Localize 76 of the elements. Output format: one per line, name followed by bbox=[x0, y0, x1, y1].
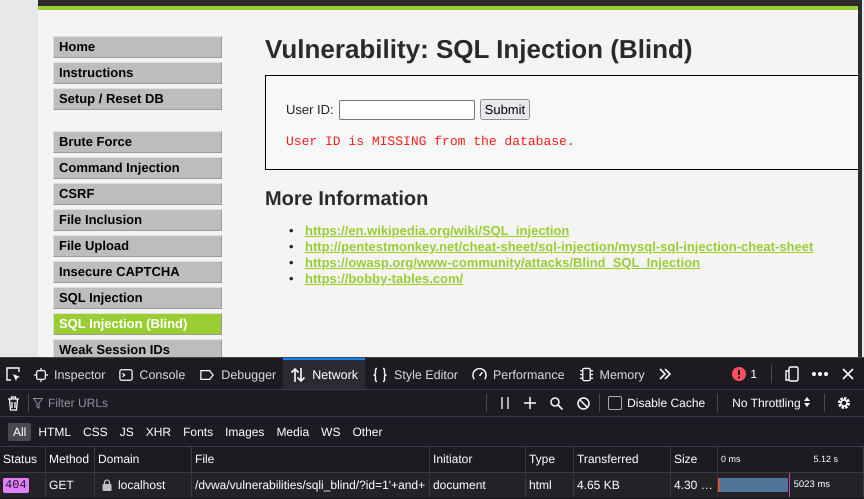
type-filter[interactable]: All bbox=[8, 422, 32, 440]
bullet: • bbox=[289, 255, 295, 271]
type-filter[interactable]: Other bbox=[347, 422, 388, 440]
throttling-dropdown[interactable]: No Throttling bbox=[732, 396, 801, 410]
placeholder: Filter URLs bbox=[48, 396, 108, 410]
devtools-tab[interactable]: Console bbox=[112, 358, 192, 389]
lock-icon bbox=[102, 479, 112, 491]
box-icon bbox=[34, 368, 48, 382]
chip-icon bbox=[578, 367, 594, 382]
table-cell-text: /dvwa/vulnerabilities/sqli_blind/?id=1'+and+ bbox=[195, 477, 426, 494]
bullet: • bbox=[289, 271, 295, 287]
sidebar-item[interactable]: Instructions bbox=[53, 62, 222, 84]
type-filter[interactable]: Images bbox=[220, 422, 270, 440]
sidebar-item[interactable]: Brute Force bbox=[53, 131, 222, 153]
column-header[interactable]: Type bbox=[529, 452, 556, 466]
timeline-tick: 0 ms bbox=[721, 453, 741, 466]
checkbox[interactable] bbox=[608, 396, 622, 410]
tag-icon bbox=[199, 368, 216, 382]
scrollbar[interactable] bbox=[858, 0, 862, 357]
sidebar-item[interactable]: Command Injection bbox=[53, 157, 222, 179]
type-filter[interactable]: Media bbox=[271, 422, 314, 440]
load-marker bbox=[788, 473, 790, 497]
devtools-tab[interactable]: Network bbox=[283, 358, 366, 389]
column-header[interactable]: Size bbox=[674, 452, 698, 466]
sidebar-item[interactable]: File Upload bbox=[53, 235, 222, 257]
error-icon bbox=[732, 366, 746, 380]
filter-field[interactable]: Filter URLs bbox=[29, 391, 480, 415]
column-header[interactable]: File bbox=[195, 452, 214, 466]
gauge-icon bbox=[472, 367, 487, 382]
column-header[interactable]: Transferred bbox=[577, 452, 639, 466]
input-field[interactable] bbox=[338, 100, 475, 120]
console-icon bbox=[119, 368, 134, 382]
sidebar-item[interactable]: CSRF bbox=[53, 183, 222, 205]
updown-icon bbox=[804, 397, 810, 407]
column-header[interactable]: Initiator bbox=[433, 452, 472, 466]
bullet: • bbox=[289, 223, 295, 239]
braces-icon bbox=[372, 366, 388, 382]
devtools-tab[interactable]: Memory bbox=[572, 358, 652, 389]
type-filter[interactable]: Fonts bbox=[178, 422, 218, 440]
type-filter[interactable]: XHR bbox=[140, 422, 176, 440]
sidebar-item[interactable]: Setup / Reset DB bbox=[53, 88, 222, 110]
submit-button[interactable]: Submit bbox=[480, 99, 530, 120]
page-title: Vulnerability: SQL Injection (Blind) bbox=[265, 34, 694, 65]
status-badge: 404 bbox=[3, 478, 29, 492]
sidebar-item[interactable]: Insecure CAPTCHA bbox=[53, 261, 222, 283]
sidebar-item[interactable]: Home bbox=[53, 36, 222, 58]
column-header[interactable]: Domain bbox=[98, 452, 140, 466]
table-cell-text: 4.65 KB bbox=[577, 477, 620, 494]
sidebar-item[interactable]: Weak Session IDs bbox=[53, 339, 222, 357]
type-filter[interactable]: WS bbox=[316, 422, 346, 440]
type-filter[interactable]: JS bbox=[114, 422, 139, 440]
section-heading: More Information bbox=[265, 188, 430, 211]
table-cell-text: localhost bbox=[118, 477, 166, 494]
table-cell-text: html bbox=[529, 477, 552, 494]
checkbox-label[interactable]: Disable Cache bbox=[627, 396, 706, 410]
column-header[interactable]: Method bbox=[49, 452, 90, 466]
sidebar-item[interactable]: SQL Injection bbox=[53, 287, 222, 309]
error-message: User ID is MISSING from the database. bbox=[286, 134, 576, 149]
sidebar-item[interactable]: File Inclusion bbox=[53, 209, 222, 231]
filter-icon bbox=[33, 398, 43, 408]
error-count[interactable]: 1 bbox=[750, 366, 757, 380]
type-filter[interactable]: CSS bbox=[78, 422, 113, 440]
bullet: • bbox=[289, 239, 295, 255]
devtools-tab[interactable]: Inspector bbox=[27, 358, 112, 389]
devtools-tab[interactable]: Debugger bbox=[192, 358, 284, 389]
timing-label: 5023 ms bbox=[794, 478, 830, 492]
table-cell-text: document bbox=[433, 477, 486, 494]
table-cell-text: 4.30 … bbox=[674, 477, 713, 494]
field-label: User ID: bbox=[286, 102, 334, 117]
type-filter[interactable]: HTML bbox=[33, 422, 76, 440]
column-header[interactable]: Status bbox=[3, 452, 38, 466]
arrows-icon bbox=[290, 366, 306, 382]
timeline-tick: 5.12 s bbox=[813, 453, 838, 466]
devtools-tab[interactable]: Performance bbox=[464, 358, 572, 389]
table-cell-text: GET bbox=[49, 477, 74, 494]
devtools-tab[interactable]: Style Editor bbox=[365, 358, 465, 389]
